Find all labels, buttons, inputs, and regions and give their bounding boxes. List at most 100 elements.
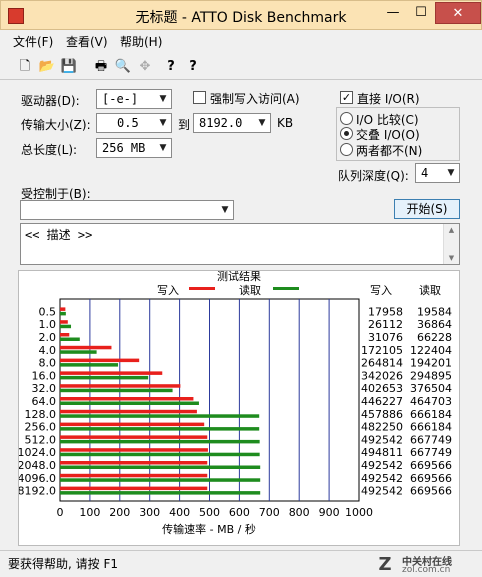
- x-tick-label: 1000: [345, 506, 373, 519]
- save-icon[interactable]: 💾: [60, 58, 78, 76]
- menu-help[interactable]: 帮助(H): [120, 33, 162, 50]
- write-value: 172105: [361, 344, 403, 357]
- scroll-down-icon[interactable]: ▼: [444, 254, 459, 262]
- transfer-unit-label: KB: [277, 116, 294, 130]
- write-value: 26112: [368, 318, 403, 331]
- value-columns: 17958 19584 26112 36864 31076 66228 172105 1224…: [361, 305, 452, 497]
- read-value: 19584: [417, 305, 452, 318]
- col-read-header: 读取: [419, 283, 441, 297]
- read-bar: [60, 427, 260, 431]
- read-bar: [60, 324, 72, 329]
- controlled-by-select[interactable]: ▼: [20, 200, 234, 220]
- write-bar: [60, 461, 208, 465]
- write-bar: [60, 409, 197, 414]
- read-bar: [60, 363, 119, 367]
- write-value: 457886: [361, 408, 403, 421]
- read-bar: [60, 311, 66, 316]
- category-label: 256.0: [25, 421, 57, 434]
- read-value: 669566: [410, 485, 452, 498]
- start-button[interactable]: 开始(S): [394, 199, 460, 219]
- write-bar: [60, 320, 68, 324]
- context-help-icon[interactable]: ?: [184, 58, 202, 76]
- queue-depth-label: 队列深度(Q):: [338, 169, 409, 183]
- write-bar: [60, 307, 66, 311]
- legend-read-swatch: [273, 287, 299, 290]
- transfer-to-select[interactable]: 8192.0 ▼: [193, 113, 271, 133]
- chevron-down-icon: ▼: [447, 168, 455, 178]
- x-tick-label: 200: [109, 506, 130, 519]
- category-label: 16.0: [32, 369, 57, 382]
- write-value: 264814: [361, 357, 403, 370]
- x-tick-label: 700: [259, 506, 280, 519]
- force-write-checkbox[interactable]: [193, 91, 206, 104]
- menu-file[interactable]: 文件(F): [13, 33, 53, 50]
- drive-select[interactable]: [-e-] ▼: [96, 89, 172, 109]
- new-file-icon[interactable]: 🗋: [16, 58, 34, 76]
- move-icon[interactable]: ✥: [136, 58, 154, 76]
- write-bar: [60, 473, 208, 478]
- description-scrollbar[interactable]: ▲ ▼: [443, 224, 459, 264]
- queue-depth-select[interactable]: 4 ▼: [415, 163, 460, 183]
- category-label: 8.0: [39, 357, 57, 370]
- read-value: 36864: [417, 318, 452, 331]
- help-icon[interactable]: ?: [162, 58, 180, 76]
- total-length-select[interactable]: 256 MB ▼: [96, 138, 172, 158]
- maximize-button[interactable]: ☐: [407, 2, 435, 24]
- force-write-label: 强制写入访问(A): [210, 92, 300, 106]
- write-bar: [60, 333, 70, 337]
- read-value: 667749: [410, 446, 452, 459]
- read-bar: [60, 452, 260, 457]
- read-value: 666184: [410, 421, 452, 434]
- transfer-to-label: 到: [178, 118, 191, 132]
- read-bar: [60, 414, 260, 418]
- write-value: 482250: [361, 421, 403, 434]
- x-tick-label: 800: [289, 506, 310, 519]
- x-tick-label: 100: [79, 506, 100, 519]
- category-label: 4.0: [39, 344, 57, 357]
- menu-view[interactable]: 查看(V): [66, 33, 108, 50]
- close-button[interactable]: ✕: [435, 2, 481, 24]
- category-label: 4096.0: [19, 472, 56, 485]
- read-bar: [60, 401, 199, 405]
- io-compare-radio[interactable]: [340, 112, 353, 125]
- category-label: 64.0: [32, 395, 57, 408]
- legend-read-label: 读取: [239, 283, 261, 297]
- status-text: 要获得帮助, 请按 F1: [8, 557, 118, 571]
- category-label: 2048.0: [19, 459, 56, 472]
- menu-bar: 文件(F) 查看(V) 帮助(H): [0, 30, 482, 52]
- transfer-size-label: 传输大小(Z):: [21, 118, 91, 132]
- x-tick-label: 300: [139, 506, 160, 519]
- read-value: 666184: [410, 408, 452, 421]
- scroll-up-icon[interactable]: ▲: [444, 226, 459, 234]
- description-textarea[interactable]: << 描述 >> ▲ ▼: [20, 223, 460, 265]
- category-label: 8192.0: [19, 485, 56, 498]
- direct-io-checkbox[interactable]: ✓: [340, 91, 353, 104]
- read-value: 667749: [410, 433, 452, 446]
- queue-depth-value: 4: [421, 166, 429, 180]
- transfer-from-select[interactable]: 0.5 ▼: [96, 113, 172, 133]
- write-value: 492542: [361, 459, 403, 472]
- open-folder-icon[interactable]: 📂: [38, 58, 56, 76]
- x-tick-label: 500: [199, 506, 220, 519]
- write-bar: [60, 448, 208, 452]
- neither-radio[interactable]: [340, 143, 353, 156]
- watermark-logo: Z: [378, 554, 392, 575]
- status-bar: 要获得帮助, 请按 F1 Z 中关村在线 zol.com.cn: [0, 550, 482, 577]
- write-bar: [60, 486, 208, 491]
- write-value: 492542: [361, 472, 403, 485]
- legend-write-swatch: [189, 287, 215, 290]
- overlapped-io-label: 交叠 I/O(O): [356, 128, 420, 142]
- minimize-button[interactable]: —: [379, 2, 407, 24]
- category-label: 2.0: [39, 331, 57, 344]
- write-bar: [60, 384, 181, 388]
- write-bar: [60, 397, 194, 401]
- x-tick-label: 900: [319, 506, 340, 519]
- print-preview-icon[interactable]: 🔍: [114, 58, 132, 76]
- x-tick-label: 0: [57, 506, 64, 519]
- write-bar: [60, 358, 140, 363]
- overlapped-io-radio[interactable]: [340, 127, 353, 140]
- write-value: 492542: [361, 433, 403, 446]
- write-value: 31076: [368, 331, 403, 344]
- category-label: 1024.0: [19, 446, 56, 459]
- print-icon[interactable]: 🖶: [92, 58, 110, 76]
